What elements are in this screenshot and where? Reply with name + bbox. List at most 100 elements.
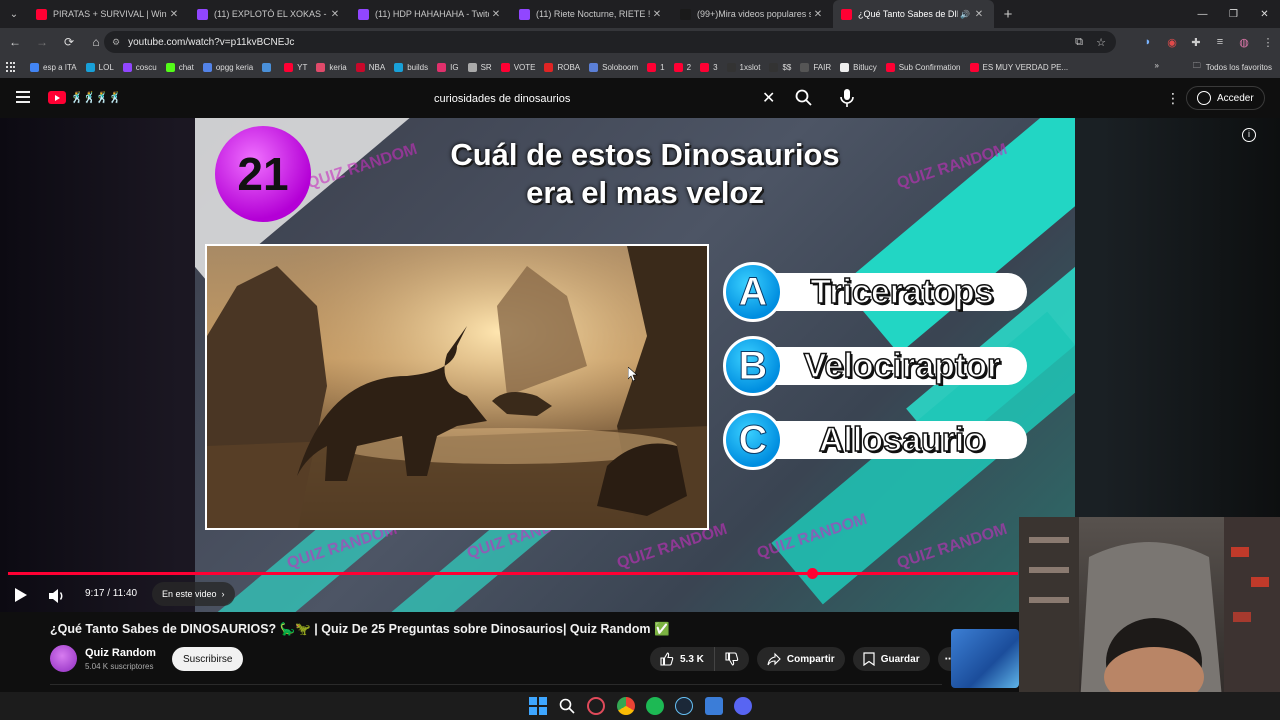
bookmark-favicon-icon: [394, 62, 404, 72]
bookmark-favicon-icon: [355, 62, 365, 72]
bookmark-label: 2: [686, 62, 692, 72]
play-icon[interactable]: [15, 588, 27, 602]
tab-search-icon[interactable]: ⌄: [0, 0, 28, 28]
bookmark-label: keria: [329, 62, 347, 72]
search-input[interactable]: curiosidades de dinosaurios: [434, 93, 570, 105]
bookmark-item[interactable]: FAIR: [800, 62, 831, 72]
search-icon[interactable]: [794, 88, 814, 108]
new-tab-button[interactable]: +: [994, 6, 1022, 23]
steam-icon[interactable]: [675, 697, 693, 715]
volume-icon[interactable]: [48, 588, 66, 604]
bookmark-item[interactable]: keria: [316, 62, 347, 72]
notepad-icon[interactable]: [705, 697, 723, 715]
bookmark-item[interactable]: 2: [673, 62, 692, 72]
media-controls-icon[interactable]: ≡: [1208, 36, 1232, 48]
reload-icon[interactable]: ⟳: [57, 30, 81, 54]
bookmark-item[interactable]: Sub Confirmation: [885, 62, 961, 72]
bookmark-item[interactable]: 1: [647, 62, 665, 72]
progress-scrubber[interactable]: [806, 568, 818, 579]
settings-kebab-icon[interactable]: ⋮: [1166, 90, 1180, 107]
bookmark-item[interactable]: coscu: [122, 62, 157, 72]
bookmark-item[interactable]: VOTE: [500, 62, 535, 72]
close-window-icon[interactable]: ✕: [1249, 0, 1280, 28]
bookmark-item[interactable]: Bitlucy: [840, 62, 877, 72]
info-icon[interactable]: i: [1242, 128, 1256, 142]
bookmark-item[interactable]: SR: [467, 62, 492, 72]
discord-icon[interactable]: [734, 697, 752, 715]
extension-icon[interactable]: ◗: [1136, 36, 1160, 48]
video-frame[interactable]: QUIZ RANDOM QUIZ RANDOM QUIZ RANDOM QUIZ…: [195, 118, 1075, 612]
browser-tab[interactable]: (11) EXPLOTÓ EL XOKAS - Twitc✕: [189, 0, 350, 28]
chrome-icon[interactable]: [617, 697, 635, 715]
like-button[interactable]: 5.3 K: [650, 647, 715, 671]
bookmark-item[interactable]: 1xslot: [726, 62, 760, 72]
share-button[interactable]: Compartir: [756, 647, 845, 671]
windows-start-icon[interactable]: [529, 697, 547, 715]
search-bar[interactable]: curiosidades de dinosaurios ✕: [424, 86, 822, 112]
bookmark-label: Sub Confirmation: [898, 62, 961, 72]
bookmark-label: $$: [782, 62, 792, 72]
close-tab-icon[interactable]: ✕: [972, 9, 986, 20]
minimize-icon[interactable]: —: [1187, 0, 1218, 28]
bookmark-item[interactable]: IG: [437, 62, 459, 72]
bookmark-item[interactable]: [262, 62, 275, 72]
extension-icons: ◗ ◉ ✚ ≡ ◍ ⋮: [1136, 28, 1280, 56]
restore-icon[interactable]: ❐: [1218, 0, 1249, 28]
chapter-button[interactable]: En este video ›: [152, 582, 235, 606]
browser-tab[interactable]: (11) Riete Nocturne, RIETE ! xd ✕: [511, 0, 672, 28]
bookmark-item[interactable]: ES MUY VERDAD PE...: [969, 62, 1068, 72]
taskbar-search-icon[interactable]: [558, 697, 576, 715]
bookmark-item[interactable]: NBA: [355, 62, 385, 72]
bookmark-item[interactable]: YT: [284, 62, 307, 72]
sign-in-button[interactable]: Acceder: [1186, 86, 1265, 110]
progress-bar[interactable]: [8, 568, 1018, 579]
bookmark-item[interactable]: LOL: [85, 62, 114, 72]
dislike-button[interactable]: [715, 647, 749, 671]
channel-name[interactable]: Quiz Random: [85, 647, 156, 659]
answer-option-b: Velociraptor B: [723, 336, 1027, 396]
menu-icon[interactable]: [16, 91, 30, 103]
install-app-icon[interactable]: ⧉: [1068, 36, 1090, 49]
close-tab-icon[interactable]: ✕: [167, 9, 181, 20]
all-bookmarks-folder[interactable]: 🗀 Todos los favoritos: [1193, 56, 1272, 78]
bookmark-item[interactable]: 3: [700, 62, 718, 72]
bookmark-item[interactable]: ROBA: [544, 62, 580, 72]
profile-avatar-icon[interactable]: ◍: [1232, 36, 1256, 49]
apps-grid-icon[interactable]: [6, 62, 16, 72]
browser-tab[interactable]: (99+)Mira videos populares sob ✕: [672, 0, 833, 28]
youtube-logo[interactable]: 🕺🕺🕺🕺: [48, 91, 122, 104]
close-tab-icon[interactable]: ✕: [489, 9, 503, 20]
extensions-puzzle-icon[interactable]: ✚: [1184, 36, 1208, 49]
site-info-icon[interactable]: ⚙: [112, 37, 120, 48]
channel-avatar[interactable]: [50, 645, 77, 672]
browser-tab[interactable]: PIRATAS + SURVIVAL | WindRo✕: [28, 0, 189, 28]
bookmark-item[interactable]: chat: [165, 62, 194, 72]
bookmarks-overflow-icon[interactable]: »: [1155, 61, 1159, 70]
browser-tab[interactable]: ¿Qué Tanto Sabes de DINO🔊✕: [833, 0, 994, 28]
extension-icon[interactable]: ◉: [1160, 36, 1184, 49]
browser-menu-icon[interactable]: ⋮: [1256, 36, 1280, 49]
spotify-icon[interactable]: [646, 697, 664, 715]
back-icon[interactable]: ←: [3, 30, 27, 54]
bookmark-item[interactable]: opgg keria: [202, 62, 253, 72]
close-tab-icon[interactable]: ✕: [650, 9, 664, 20]
browser-tab[interactable]: (11) HDP HAHAHAHA - Twitch ✕: [350, 0, 511, 28]
recommended-video-thumbnail[interactable]: [951, 629, 1019, 688]
opera-gx-icon[interactable]: [587, 697, 605, 715]
bookmark-favicon-icon: [437, 62, 447, 72]
save-button[interactable]: Guardar: [852, 647, 930, 671]
microphone-icon[interactable]: [838, 87, 856, 109]
forward-icon[interactable]: →: [30, 30, 54, 54]
subscribe-button[interactable]: Suscribirse: [172, 647, 244, 671]
tab-audio-icon[interactable]: 🔊: [958, 10, 972, 19]
bookmark-item[interactable]: $$: [769, 62, 792, 72]
bookmark-item[interactable]: builds: [394, 62, 428, 72]
close-tab-icon[interactable]: ✕: [811, 9, 825, 20]
bookmark-star-icon[interactable]: ☆: [1090, 36, 1112, 49]
bookmark-item[interactable]: Soloboom: [589, 62, 638, 72]
close-tab-icon[interactable]: ✕: [328, 9, 342, 20]
clear-search-icon[interactable]: ✕: [762, 88, 775, 108]
address-bar[interactable]: ⚙ youtube.com/watch?v=p11kvBCNEJc ⧉ ☆: [104, 31, 1116, 53]
thumbs-down-icon: [725, 652, 739, 666]
bookmark-item[interactable]: esp a ITA: [30, 62, 77, 72]
